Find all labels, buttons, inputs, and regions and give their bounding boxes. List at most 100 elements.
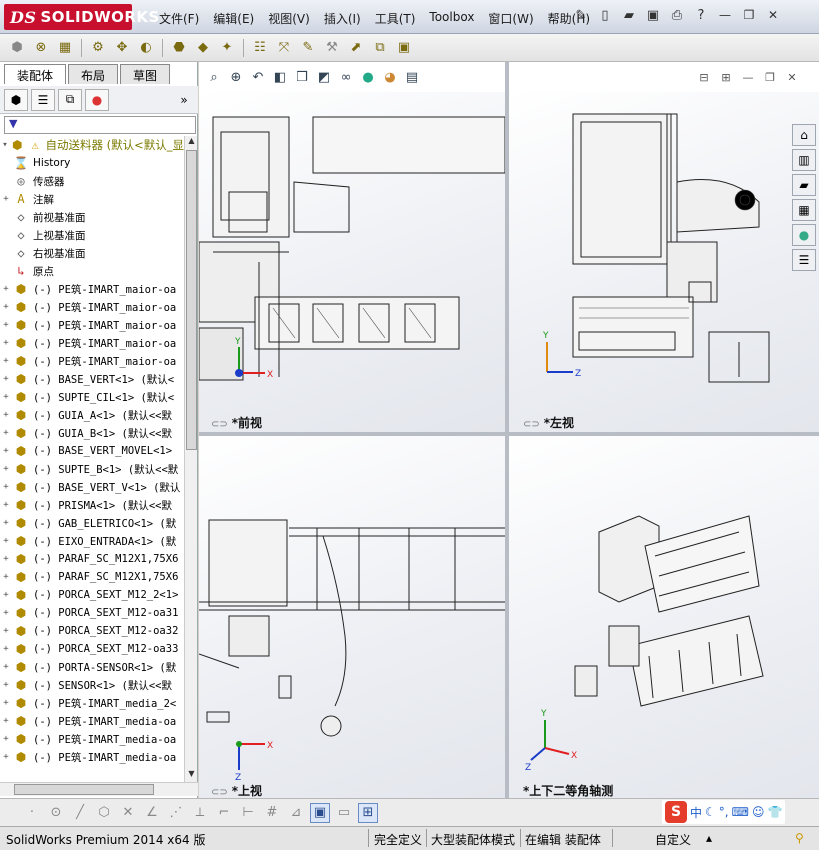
tree-item[interactable]: ◇ 上视基准面 [0,226,184,244]
tree-item[interactable]: + ⬢ (-) BASE_VERT<1> (默认< [0,370,184,388]
tree-item[interactable]: ↳ 原点 [0,262,184,280]
tree-item[interactable]: + ⬢ (-) PE筑-IMART_maior-oa [0,298,184,316]
expand-icon[interactable]: + [0,662,12,672]
restore-icon[interactable]: ❐ [763,70,777,84]
tree-item[interactable]: + ⬢ (-) PORCA_SEXT_M12-oa31 [0,604,184,622]
tree-item[interactable]: + ⬢ (-) SENSOR<1> (默认<<默 [0,676,184,694]
tree-vertical-scrollbar[interactable]: ▲ ▼ [184,136,197,782]
scroll-thumb[interactable] [14,784,154,795]
expand-icon[interactable]: + [0,572,12,582]
tree-item[interactable]: + ⬢ (-) PORCA_SEXT_M12-oa33 [0,640,184,658]
section-view-icon[interactable]: ◧ [271,68,289,86]
tree-item[interactable]: + ⬢ (-) GAB_ELETRICO<1> (默 [0,514,184,532]
tree-item[interactable]: + ⬢ (-) BASE_VERT_MOVEL<1> [0,442,184,460]
viewport-isometric[interactable]: Y X Z *上下二等角轴测 [509,436,819,798]
line-icon[interactable]: ╱ [70,803,90,823]
instant3d-icon[interactable]: ⬈ [345,37,367,59]
tree-item[interactable]: + ⬢ (-) PE筑-IMART_maior-oa [0,316,184,334]
link-views-icon[interactable]: ⊟ [697,70,711,84]
home-icon[interactable]: ⌂ [792,124,816,146]
tab-sketch[interactable]: 草图 [120,64,171,84]
expand-icon[interactable]: + [0,374,12,384]
pin-icon[interactable]: ✎ [572,6,590,24]
expand-icon[interactable]: + [0,698,12,708]
tree-item[interactable]: + ⬢ (-) SUPTE_B<1> (默认<<默 [0,460,184,478]
tree-item[interactable]: + ⬢ (-) PARAF_SC_M12X1,75X6 [0,568,184,586]
tree-item[interactable]: + A 注解 [0,190,184,208]
tree-item[interactable]: + ⬢ (-) PE筑-IMART_maior-oa [0,280,184,298]
tree-item[interactable]: + ⬢ (-) PE筑-IMART_maior-oa [0,352,184,370]
expand-icon[interactable]: + [0,410,12,420]
apply-scene-icon[interactable]: ◕ [381,68,399,86]
expand-icon[interactable]: + [0,680,12,690]
previous-view-icon[interactable]: ↶ [249,68,267,86]
polygon-icon[interactable]: ⬡ [94,803,114,823]
viewport-front[interactable]: Y X ⊂⊃ *前视 [199,92,505,432]
expand-icon[interactable]: + [0,320,12,330]
status-units[interactable]: 自定义 [655,831,691,848]
units-dropdown-icon[interactable]: ▴ [706,831,712,845]
tree-item[interactable]: + ⬢ (-) PE筑-IMART_media-oa [0,748,184,766]
hide-show-items-icon[interactable]: ∞ [337,68,355,86]
relation-icon[interactable]: ⊿ [286,803,306,823]
tree-item[interactable]: ◇ 前视基准面 [0,208,184,226]
expand-icon[interactable]: + [0,392,12,402]
view-settings-icon[interactable]: ▤ [403,68,421,86]
snapshot-icon[interactable]: ▣ [393,37,415,59]
tree-item[interactable]: + ⬢ (-) PARAF_SC_M12X1,75X6 [0,550,184,568]
expand-icon[interactable]: + [0,716,12,726]
tree-filter[interactable]: ▼ [4,116,196,134]
explode-line-sketch-icon[interactable]: ✎ [297,37,319,59]
save-icon[interactable]: ▣ [644,6,662,24]
minimize-icon[interactable]: — [741,70,755,84]
viewport-left[interactable]: Y Z ⊂⊃ *左视 [509,92,819,432]
keyboard-icon[interactable]: ⌨ [732,805,749,819]
smart-fasteners-icon[interactable]: ⚙ [87,37,109,59]
scroll-down-icon[interactable]: ▼ [185,769,198,782]
close-icon[interactable]: ✕ [785,70,799,84]
four-view-icon[interactable]: ⊞ [358,802,378,823]
design-library-icon[interactable]: ▥ [792,149,816,171]
shaded-view-icon[interactable]: ▣ [310,802,330,823]
configuration-manager-tab-icon[interactable]: ⧉ [58,88,82,111]
menu-file[interactable]: 文件(F) [152,10,206,27]
new-document-icon[interactable]: ▯ [596,6,614,24]
expand-icon[interactable]: + [0,644,12,654]
expand-icon[interactable]: + [0,482,12,492]
zoom-to-area-icon[interactable]: ⊕ [227,68,245,86]
view-orientation-icon[interactable]: ❒ [293,68,311,86]
menu-edit[interactable]: 编辑(E) [206,10,261,27]
scroll-thumb[interactable] [186,150,197,450]
dimension-icon[interactable]: ⊢ [238,803,258,823]
tree-item[interactable]: + ⬢ (-) PORCA_SEXT_M12-oa32 [0,622,184,640]
insert-component-icon[interactable]: ⬢ [6,37,28,59]
ime-mode[interactable]: 中 [690,804,702,821]
help-icon[interactable]: ? [692,6,710,24]
expand-icon[interactable]: + [0,284,12,294]
skin-icon[interactable]: 👕 [767,805,782,819]
tree-item[interactable]: ◇ 右视基准面 [0,244,184,262]
menu-toolbox[interactable]: Toolbox [422,10,481,27]
mate-icon[interactable]: ⊗ [30,37,52,59]
appearances-icon[interactable]: ● [792,224,816,246]
open-folder-icon[interactable]: ▰ [620,6,638,24]
single-view-icon[interactable]: ▭ [334,803,354,823]
graphics-area[interactable]: ⌕ ⊕ ↶ ◧ ❒ ◩ ∞ ● ◕ ▤ ⊟ ⊞ — ❐ ✕ Y X ⊂⊃ *前视… [199,62,819,798]
minimize-icon[interactable]: — [716,6,734,24]
tree-item[interactable]: + ⬢ (-) GUIA_A<1> (默认<<默 [0,406,184,424]
view-palette-icon[interactable]: ▦ [792,199,816,221]
point-icon[interactable]: · [22,803,42,823]
assembly-features-icon[interactable]: ⬣ [168,37,190,59]
rebuild-icon[interactable]: ⚲ [795,831,804,845]
tab-layout[interactable]: 布局 [68,64,119,84]
tree-item[interactable]: + ⬢ (-) PORCA_SEXT_M12_2<1> [0,586,184,604]
expand-icon[interactable]: + [0,518,12,528]
angle-icon[interactable]: ∠ [142,803,162,823]
menu-tools[interactable]: 工具(T) [368,10,423,27]
new-motion-study-icon[interactable]: ✦ [216,37,238,59]
tree-horizontal-scrollbar[interactable] [0,782,198,796]
expand-icon[interactable]: + [0,194,12,204]
tree-item[interactable]: + ⬢ (-) PE筑-IMART_media-oa [0,712,184,730]
tree-item[interactable]: + ⬢ (-) BASE_VERT_V<1> (默认 [0,478,184,496]
tree-item[interactable]: + ⬢ (-) PE筑-IMART_media-oa [0,730,184,748]
